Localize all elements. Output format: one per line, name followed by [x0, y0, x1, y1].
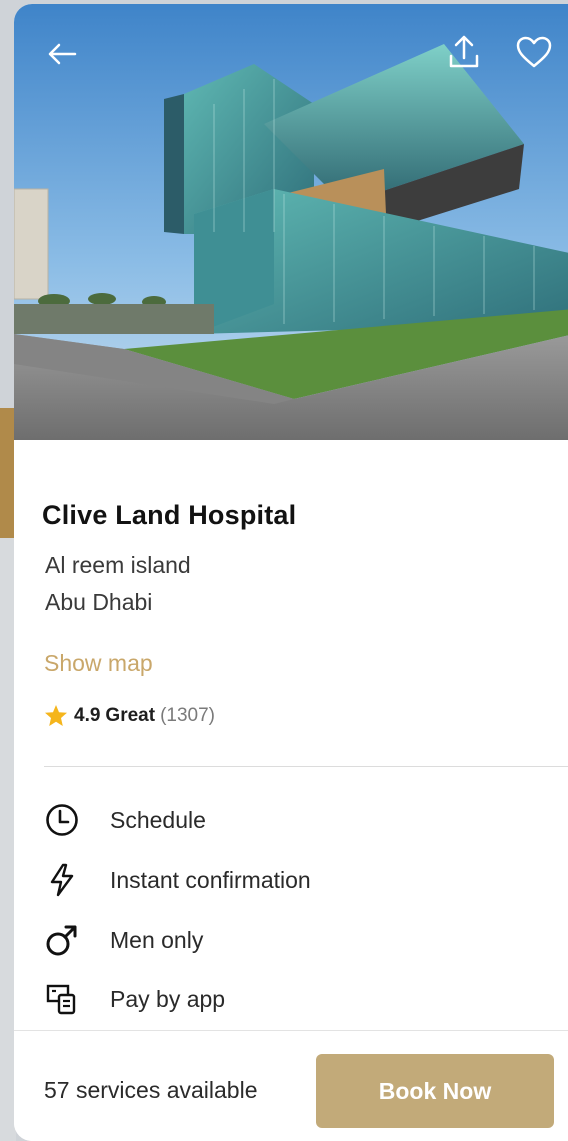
book-now-button[interactable]: Book Now	[316, 1054, 554, 1128]
address-line-2: Abu Dhabi	[45, 589, 153, 615]
feature-men-only: Men only	[44, 922, 203, 958]
feature-label: Pay by app	[110, 985, 226, 1012]
show-map-link[interactable]: Show map	[44, 650, 153, 677]
hospital-name: Clive Land Hospital	[42, 500, 297, 530]
clock-icon	[44, 802, 80, 838]
booking-footer: 57 services available Book Now	[14, 1030, 568, 1141]
feature-label: Men only	[110, 926, 204, 953]
rating-label: Great	[105, 704, 156, 726]
share-button[interactable]	[442, 30, 486, 74]
divider	[44, 766, 568, 767]
services-available-text: 57 services available	[44, 1077, 258, 1103]
rating-count: (1307)	[160, 704, 215, 726]
feature-schedule: Schedule	[44, 802, 206, 838]
feature-pay-by-app: Pay by app	[44, 981, 225, 1017]
hospital-detail-card: Clive Land Hospital Al reem island Abu D…	[14, 4, 568, 1141]
favorite-button[interactable]	[512, 30, 556, 74]
pay-by-app-icon	[44, 981, 80, 1017]
feature-label: Schedule	[110, 806, 206, 833]
back-button[interactable]	[40, 32, 84, 76]
heart-icon	[516, 36, 552, 68]
lightning-icon	[44, 862, 80, 898]
feature-instant-confirmation: Instant confirmation	[44, 862, 311, 898]
feature-label: Instant confirmation	[110, 866, 311, 893]
share-icon	[449, 35, 479, 68]
rating-score: 4.9	[74, 704, 101, 726]
address-line-1: Al reem island	[45, 552, 191, 578]
arrow-left-icon	[48, 43, 77, 65]
male-symbol-icon	[44, 922, 80, 958]
rating: 4.9 Great (1307)	[44, 704, 215, 727]
hospital-photo	[14, 4, 568, 440]
star-icon	[45, 705, 67, 726]
